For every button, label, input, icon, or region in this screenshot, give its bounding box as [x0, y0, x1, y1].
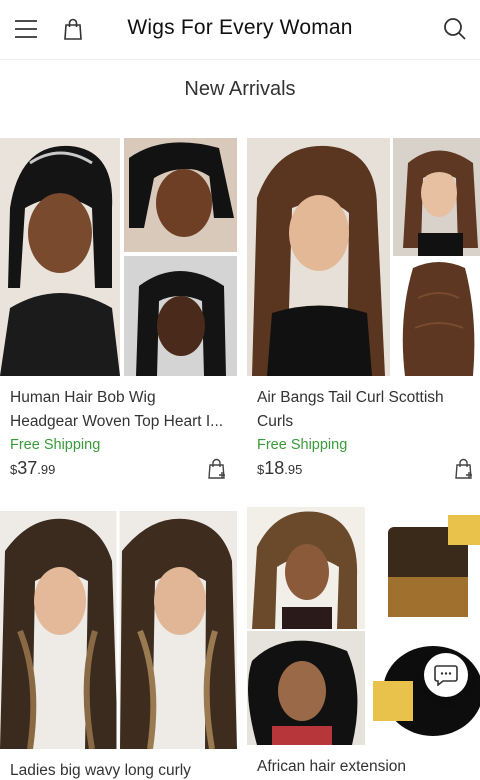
chat-bubble-icon[interactable]	[424, 653, 468, 697]
free-shipping-label: Free Shipping	[10, 437, 101, 453]
search-icon[interactable]	[440, 14, 470, 44]
free-shipping-label: Free Shipping	[257, 437, 348, 453]
product-image[interactable]	[247, 138, 480, 376]
add-to-cart-icon[interactable]	[207, 458, 227, 480]
product-name[interactable]: African hair extension	[257, 755, 474, 780]
product-price: $37.99	[10, 458, 56, 478]
top-header: Wigs For Every Woman	[0, 0, 480, 60]
product-name[interactable]: Air Bangs Tail Curl Scottish Curls	[257, 386, 474, 434]
product-image[interactable]	[0, 138, 237, 376]
section-title: New Arrivals	[184, 78, 296, 100]
site-title[interactable]: Wigs For Every Woman	[0, 16, 480, 40]
product-name[interactable]: Human Hair Bob Wig Headgear Woven Top He…	[10, 386, 227, 434]
product-image[interactable]	[247, 507, 480, 745]
product-price: $18.95	[257, 458, 303, 478]
add-to-cart-icon[interactable]	[454, 458, 474, 480]
product-card[interactable]: Air Bangs Tail Curl Scottish Curls Free …	[247, 138, 480, 482]
product-card[interactable]: Human Hair Bob Wig Headgear Woven Top He…	[0, 138, 237, 482]
product-name[interactable]: Ladies big wavy long curly	[10, 759, 227, 780]
product-image[interactable]	[0, 511, 237, 749]
product-card[interactable]: African hair extension	[247, 507, 480, 780]
product-card[interactable]: Ladies big wavy long curly	[0, 511, 237, 780]
